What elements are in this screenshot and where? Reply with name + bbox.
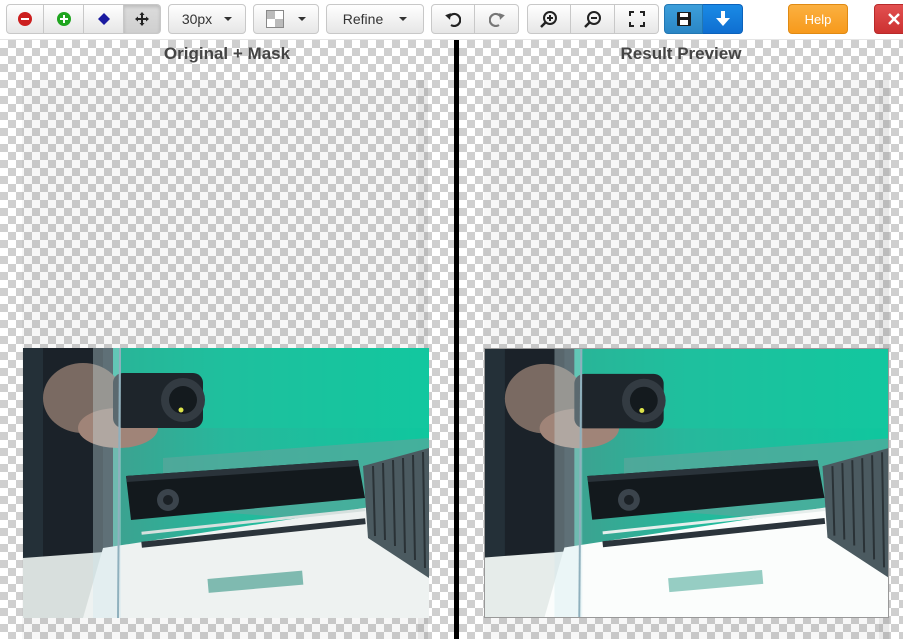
save-icon [676,12,691,26]
eraser-tool-button[interactable] [84,4,124,34]
plus-circle-icon [56,12,71,26]
brush-size-value: 30px [181,11,213,27]
move-icon [135,12,149,26]
chevron-down-icon [399,17,408,21]
background-pattern-icon [266,10,284,28]
help-label: Help [804,11,832,27]
zoom-out-button[interactable] [571,4,615,34]
fit-screen-icon [628,11,645,27]
panel-title: Result Preview [620,44,742,63]
original-image[interactable] [23,348,429,618]
original-mask-panel[interactable]: Original + Mask [0,40,454,639]
chevron-down-icon [298,17,306,21]
toolbar: 30px Refine Help [0,0,903,40]
redo-button[interactable] [475,4,519,34]
eraser-icon [97,13,110,25]
minus-circle-icon [18,12,32,26]
zoom-out-icon [583,11,601,28]
brush-size-dropdown[interactable]: 30px [168,4,246,34]
download-icon [715,11,730,26]
redo-icon [488,12,505,27]
refine-label: Refine [342,11,384,27]
fit-screen-button[interactable] [615,4,659,34]
download-button[interactable] [703,4,743,34]
help-button[interactable]: Help [788,4,848,34]
undo-button[interactable] [431,4,475,34]
result-preview-panel[interactable]: Result Preview [459,40,903,639]
close-button[interactable] [874,4,903,34]
refine-dropdown[interactable]: Refine [326,4,424,34]
add-tool-button[interactable] [44,4,84,34]
remove-tool-button[interactable] [6,4,44,34]
background-dropdown[interactable] [253,4,319,34]
zoom-in-button[interactable] [527,4,571,34]
chevron-down-icon [224,17,233,21]
undo-icon [445,12,461,27]
move-tool-button[interactable] [124,4,161,34]
zoom-in-icon [540,11,557,28]
close-icon [888,13,900,25]
panel-title: Original + Mask [163,44,291,63]
save-button[interactable] [664,4,703,34]
result-image[interactable] [484,348,889,618]
